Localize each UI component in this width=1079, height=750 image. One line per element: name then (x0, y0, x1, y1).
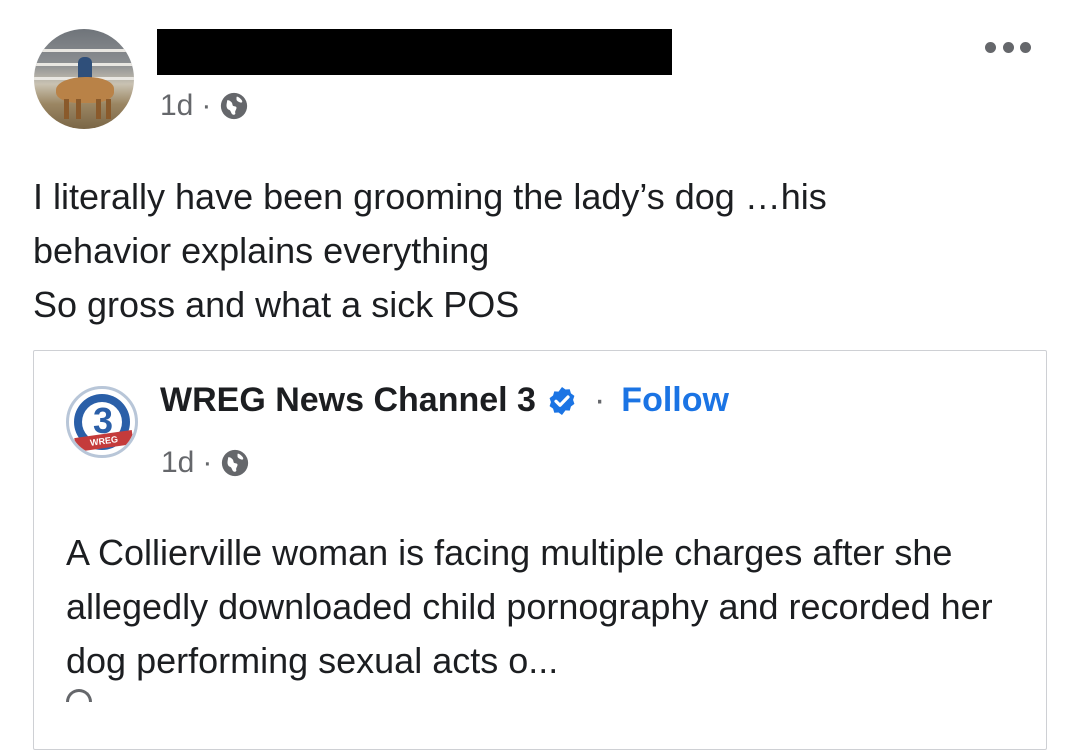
profile-avatar[interactable] (34, 29, 134, 129)
globe-icon (221, 92, 248, 120)
shared-meta-separator: · (202, 446, 213, 479)
shared-post-header: WREG News Channel 3 · Follow (160, 381, 729, 420)
shared-post-text: A Collierville woman is facing multiple … (66, 532, 993, 681)
partial-icon (66, 689, 92, 702)
post-text: I literally have been grooming the lady’… (33, 176, 827, 325)
header-separator: · (593, 381, 606, 419)
meta-separator: · (201, 89, 212, 122)
shared-post-timestamp[interactable]: 1d (161, 446, 194, 480)
follow-button[interactable]: Follow (621, 381, 729, 420)
globe-icon (222, 449, 249, 477)
post-timestamp[interactable]: 1d (160, 89, 193, 123)
post-meta: 1d · (160, 89, 249, 123)
page-name[interactable]: WREG News Channel 3 (160, 381, 536, 420)
wreg-logo[interactable]: 3 WREG (66, 386, 138, 458)
shared-post-card[interactable]: 3 WREG WREG News Channel 3 · Follow 1d ·… (33, 350, 1047, 750)
shared-post-meta: 1d · (161, 446, 250, 480)
more-options-icon[interactable] (985, 39, 1031, 55)
redacted-author-name (157, 29, 672, 75)
verified-badge-icon (549, 386, 575, 415)
